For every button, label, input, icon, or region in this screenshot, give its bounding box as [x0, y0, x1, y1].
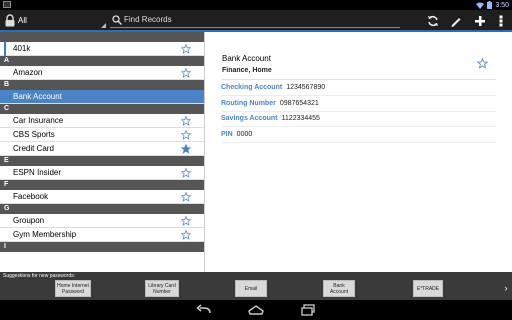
suggestion-chip[interactable]: Email [235, 280, 267, 297]
field-label: PIN [221, 130, 233, 138]
section-header: A [0, 56, 204, 66]
field-divider [222, 141, 496, 143]
suggestion-chip[interactable]: Bank Account [323, 280, 355, 297]
list-item[interactable]: Credit Card [0, 142, 204, 156]
list-item[interactable]: Gym Membership [0, 228, 204, 242]
field-label: Savings Account [221, 115, 278, 122]
star-icon[interactable] [181, 130, 191, 140]
section-header: E [0, 156, 204, 166]
detail-divider [222, 79, 496, 80]
field-value[interactable]: 1122334455 [282, 115, 320, 122]
detail-field: Savings Account 1122334455 [221, 113, 320, 125]
field-label: Routing Number [221, 99, 276, 107]
overflow-menu-icon[interactable] [494, 14, 508, 28]
list-item-label: Credit Card [13, 144, 54, 153]
recent-apps-icon[interactable] [300, 304, 316, 316]
star-icon[interactable] [181, 216, 191, 226]
list-item[interactable]: Bank Account [0, 90, 204, 104]
next-arrow-icon[interactable]: › [502, 280, 510, 297]
suggestion-chip[interactable]: Home Internet Password [55, 280, 91, 297]
list-item[interactable]: Facebook [0, 190, 204, 204]
list-item[interactable]: Amazon [0, 66, 204, 80]
star-icon[interactable] [181, 44, 191, 54]
category-dropdown[interactable]: All [18, 13, 108, 28]
section-header: B [0, 80, 204, 90]
scroll-indicator [4, 42, 6, 56]
sync-icon[interactable] [426, 14, 440, 28]
list-item[interactable]: ESPN Insider [0, 166, 204, 180]
field-divider [222, 110, 496, 112]
search-input[interactable]: Find Records [110, 13, 400, 28]
record-detail: Bank Account Finance, Home Checking Acco… [206, 32, 512, 272]
detail-field: PIN 0000 [221, 129, 252, 141]
dropdown-corner-icon [101, 23, 106, 28]
favorite-star-icon[interactable] [477, 58, 488, 69]
star-icon[interactable] [181, 68, 191, 78]
field-label: Checking Account [221, 84, 283, 91]
record-categories: Finance, Home [222, 67, 272, 74]
detail-field: Routing Number 0987654321 [221, 98, 319, 110]
field-value[interactable]: 0000 [237, 131, 253, 138]
suggestion-chip[interactable]: E*TRADE [413, 280, 443, 297]
list-item-label: Facebook [13, 192, 49, 201]
status-bar: 3:50 [0, 0, 512, 10]
star-icon[interactable] [181, 92, 191, 102]
field-divider [222, 95, 496, 96]
search-icon [112, 15, 122, 25]
edit-pencil-icon[interactable] [449, 14, 463, 28]
list-item-label: Car Insurance [13, 116, 64, 125]
list-item-label: CBS Sports [13, 130, 55, 139]
list-item-label: Groupon [13, 216, 45, 225]
section-header: C [0, 104, 204, 114]
star-icon[interactable] [181, 230, 191, 240]
section-header [0, 32, 204, 42]
home-icon[interactable] [248, 304, 264, 316]
system-nav-bar [0, 300, 512, 320]
detail-field: Checking Account 1234567890 [221, 82, 325, 94]
field-value[interactable]: 0987654321 [280, 100, 319, 107]
wifi-icon [476, 2, 485, 9]
list-item[interactable]: 401k [0, 42, 204, 56]
list-item-label: Amazon [13, 68, 43, 77]
list-item-label: ESPN Insider [13, 168, 62, 177]
star-icon[interactable] [181, 192, 191, 202]
category-label: All [18, 16, 27, 25]
record-list[interactable]: 401k A Amazon B Bank Account C Car Insurance CB… [0, 32, 205, 272]
record-title: Bank Account [222, 54, 271, 63]
add-icon[interactable] [473, 14, 487, 28]
star-icon[interactable] [181, 116, 191, 126]
section-header: F [0, 180, 204, 190]
search-placeholder: Find Records [124, 15, 172, 24]
suggestions-header: Suggestions for new passwords: [3, 273, 75, 279]
clock: 3:50 [495, 1, 509, 9]
section-header: I [0, 242, 204, 252]
star-icon[interactable] [181, 168, 191, 178]
list-item[interactable]: Car Insurance [0, 114, 204, 128]
list-item-label: 401k [13, 44, 31, 53]
section-header: G [0, 204, 204, 214]
password-suggestions-bar: Suggestions for new passwords: Home Inte… [0, 272, 512, 300]
suggestion-chip[interactable]: Library Card Number [145, 280, 179, 297]
list-item[interactable]: Groupon [0, 214, 204, 228]
lock-app-icon[interactable] [4, 14, 16, 27]
list-item[interactable]: CBS Sports [0, 128, 204, 142]
list-item-label: Gym Membership [13, 230, 77, 239]
field-value[interactable]: 1234567890 [286, 84, 325, 91]
battery-icon [487, 1, 493, 9]
back-icon[interactable] [196, 304, 212, 316]
list-item-label: Bank Account [13, 92, 62, 101]
star-filled-icon[interactable] [181, 144, 191, 154]
notification-icon [3, 1, 11, 8]
action-bar: All Find Records [0, 10, 512, 32]
field-divider [222, 126, 496, 127]
